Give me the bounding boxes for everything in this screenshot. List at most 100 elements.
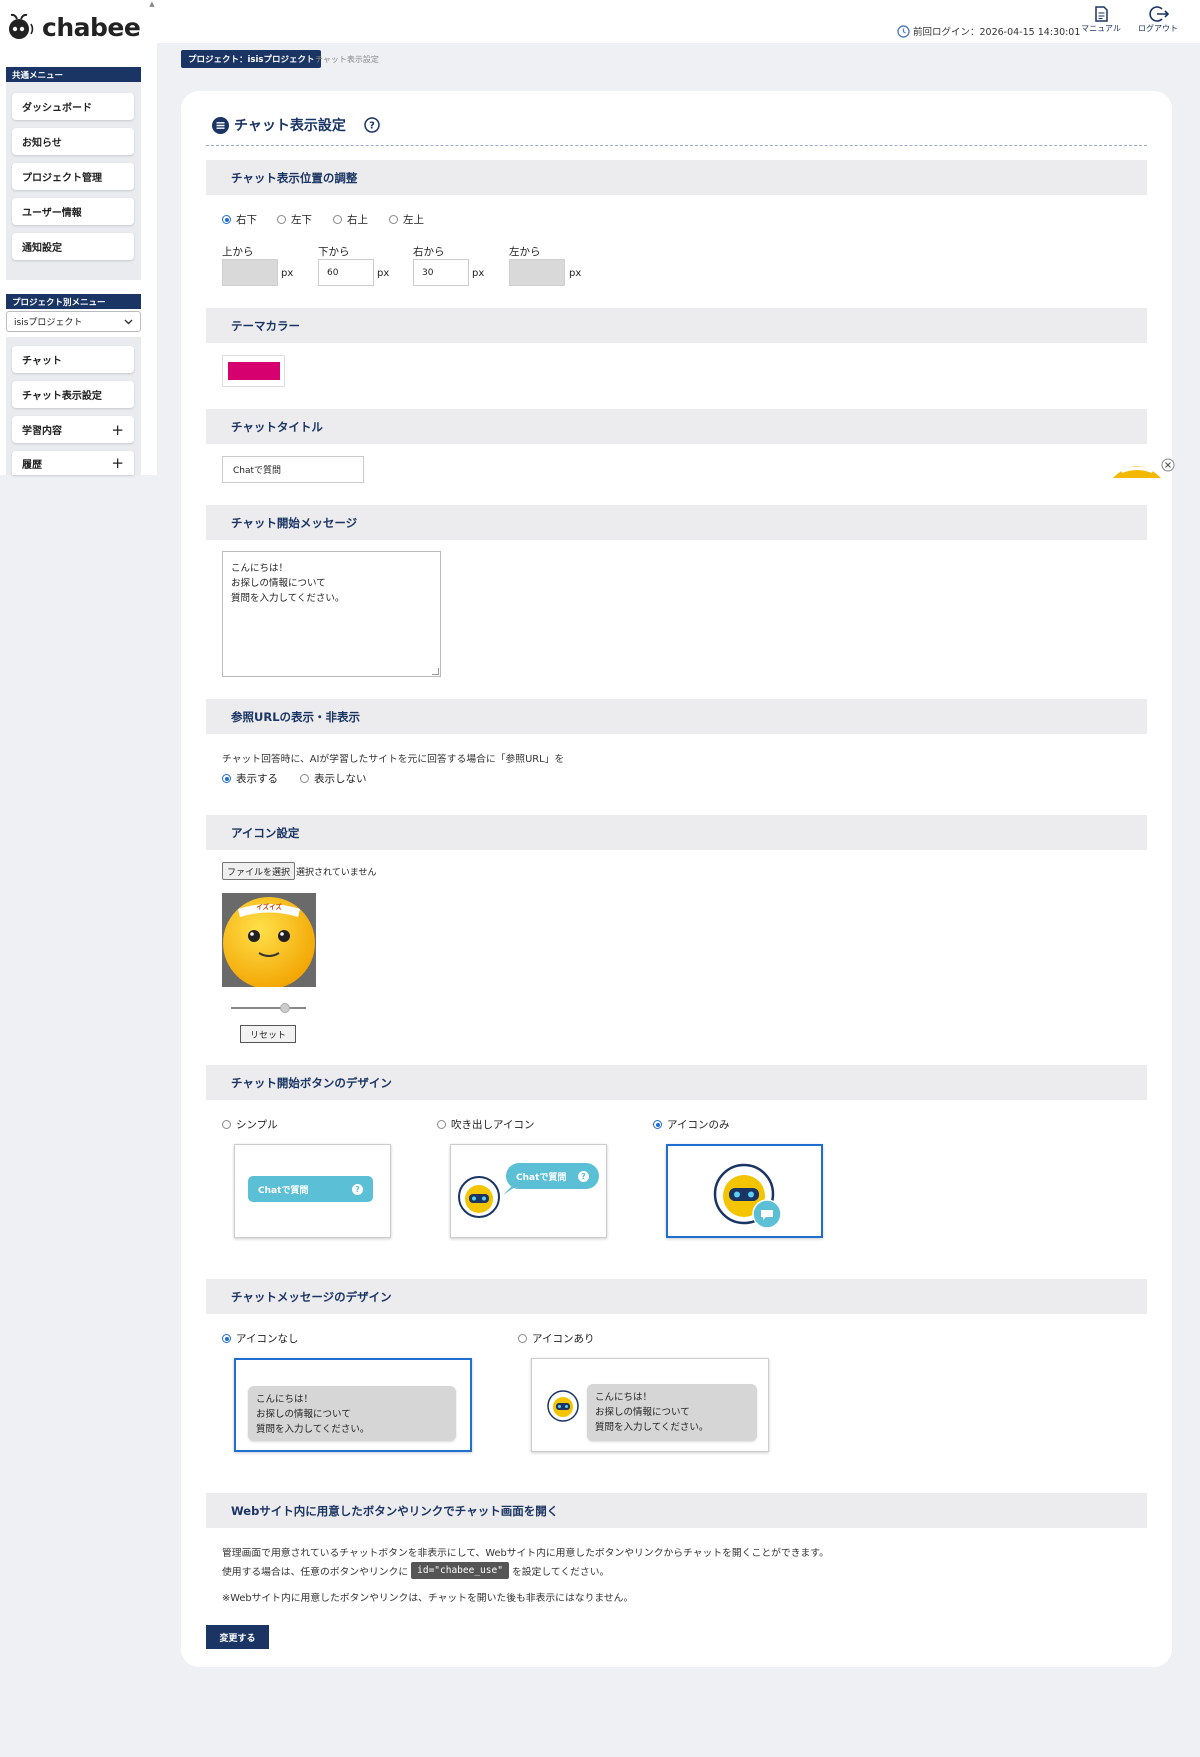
top-header: 前回ログイン：2026-04-15 14:30:01 マニュアル ログアウト [157, 0, 1200, 43]
sidebar-item-label: プロジェクト管理 [22, 173, 102, 184]
button-design-icon-only-preview[interactable] [666, 1144, 823, 1238]
title-divider [206, 145, 1147, 146]
logout-icon [1149, 6, 1170, 22]
manual-label: マニュアル [1081, 24, 1121, 33]
question-circle-icon[interactable]: ? [364, 117, 380, 133]
sidebar-item-learning[interactable]: 学習内容 + [12, 416, 134, 443]
chat-bubble-icon [752, 1199, 782, 1229]
radio-label: アイコンのみ [667, 1119, 730, 1131]
offset-label-top: 上から [222, 246, 254, 258]
reset-button[interactable]: リセット [240, 1025, 296, 1043]
icon-preview: イズイズ [222, 893, 316, 987]
submit-button[interactable]: 変更する [206, 1625, 269, 1649]
brand-name: chabee [42, 12, 141, 42]
section-heading-custom-link: Webサイト内に用意したボタンやリンクでチャット画面を開く [206, 1493, 1147, 1528]
plus-icon[interactable]: + [111, 421, 124, 439]
custom-link-line-3: ※Webサイト内に用意したボタンやリンクは、チャットを開いた後も非表示にはなりま… [222, 1593, 634, 1604]
offset-top-input[interactable] [222, 259, 278, 286]
question-mark-icon: ? [352, 1183, 363, 1195]
message-design-no-icon-preview[interactable]: こんにちは！ お探しの情報について 質問を入力してください。 [234, 1358, 472, 1452]
manual-button[interactable]: マニュアル [1076, 5, 1126, 34]
sidebar-item-news[interactable]: お知らせ [12, 128, 134, 155]
button-design-icon-only-option[interactable]: アイコンのみ [653, 1117, 729, 1132]
message-design-with-icon-preview[interactable]: こんにちは！ お探しの情報について 質問を入力してください。 [531, 1358, 769, 1452]
bee-logo-icon [9, 13, 34, 39]
sidebar-item-label: 履歴 [22, 459, 42, 471]
sidebar-item-label: チャット表示設定 [22, 391, 102, 402]
sidebar-item-label: 通知設定 [22, 243, 62, 254]
sidebar-item-chat[interactable]: チャット [12, 346, 134, 373]
radio-label: アイコンあり [532, 1333, 595, 1345]
sidebar-item-label: チャット [22, 356, 62, 367]
custom-link-line-2-post: を設定してください。 [511, 1566, 610, 1578]
theme-color-picker[interactable] [222, 355, 285, 387]
sidebar-item-history[interactable]: 履歴 + [12, 451, 134, 475]
logout-button[interactable]: ログアウト [1133, 5, 1183, 34]
clock-icon [897, 24, 910, 38]
radio-selected [222, 774, 231, 783]
radio-label: シンプル [236, 1119, 278, 1131]
position-option-bottom-left[interactable]: 左下 [277, 212, 312, 227]
choose-file-button[interactable]: ファイルを選択 [222, 862, 296, 880]
scroll-up-arrow-icon[interactable]: ▲ [148, 0, 156, 10]
sidebar-item-chat-display-settings[interactable]: チャット表示設定 [12, 381, 134, 408]
reference-url-show-option[interactable]: 表示する [222, 771, 278, 786]
start-message-textarea[interactable]: こんにちは！ お探しの情報について 質問を入力してください。 [222, 551, 441, 677]
project-select[interactable]: isisプロジェクト [6, 311, 141, 332]
document-icon [1095, 6, 1108, 22]
radio-unselected [518, 1334, 527, 1343]
logo[interactable]: chabee [6, 10, 141, 44]
radio-label: 左下 [291, 214, 312, 226]
slider-track [231, 1007, 306, 1009]
sidebar-item-notifications[interactable]: 通知設定 [12, 233, 134, 260]
offset-left-input[interactable] [509, 259, 565, 286]
position-option-top-left[interactable]: 左上 [389, 212, 424, 227]
chat-button-sample-label: Chatで質問 [258, 1185, 309, 1196]
floating-chat-widget[interactable] [1113, 458, 1178, 478]
question-mark-icon: ? [578, 1170, 589, 1182]
button-design-simple-preview[interactable]: Chatで質問? [234, 1144, 391, 1238]
robot-avatar-icon [458, 1176, 500, 1218]
close-circle-icon[interactable] [1161, 458, 1175, 472]
reference-url-hide-option[interactable]: 表示しない [300, 771, 367, 786]
chat-title-input[interactable]: Chatで質問 [222, 456, 364, 483]
radio-label: 左上 [403, 214, 424, 226]
svg-text:?: ? [369, 121, 375, 132]
radio-unselected [277, 215, 286, 224]
chevron-down-icon [124, 319, 133, 324]
sidebar-item-label: ダッシュボード [22, 103, 92, 114]
position-option-bottom-right[interactable]: 右下 [222, 212, 257, 227]
message-design-with-icon-option[interactable]: アイコンあり [518, 1331, 594, 1346]
section-heading-position: チャット表示位置の調整 [206, 160, 1147, 195]
position-option-top-right[interactable]: 右上 [333, 212, 368, 227]
button-design-balloon-option[interactable]: 吹き出しアイコン [437, 1117, 534, 1132]
offset-unit: px [569, 268, 582, 279]
icon-zoom-slider[interactable] [231, 1003, 306, 1013]
sidebar-item-projects[interactable]: プロジェクト管理 [12, 163, 134, 190]
robot-avatar-icon [547, 1390, 579, 1422]
radio-selected [653, 1120, 662, 1129]
slider-thumb[interactable] [280, 1003, 290, 1013]
offset-bottom-input[interactable]: 60 [318, 259, 374, 286]
radio-label: 表示しない [314, 773, 367, 785]
message-design-no-icon-option[interactable]: アイコンなし [222, 1331, 298, 1346]
chat-button-sample: Chatで質問? [248, 1176, 373, 1202]
sidebar-item-user-info[interactable]: ユーザー情報 [12, 198, 134, 225]
section-heading-button-design: チャット開始ボタンのデザイン [206, 1065, 1147, 1100]
sidebar-item-dashboard[interactable]: ダッシュボード [12, 93, 134, 120]
plus-icon[interactable]: + [111, 454, 124, 472]
radio-selected [222, 1334, 231, 1343]
radio-label: 右上 [347, 214, 368, 226]
button-design-simple-option[interactable]: シンプル [222, 1117, 278, 1132]
radio-unselected [222, 1120, 231, 1129]
resize-grip-icon[interactable] [432, 668, 439, 675]
offset-unit: px [281, 268, 294, 279]
button-design-balloon-preview[interactable]: Chatで質問? [450, 1144, 607, 1238]
radio-unselected [437, 1120, 446, 1129]
start-message-text: こんにちは！ お探しの情報について 質問を入力してください。 [231, 563, 345, 604]
breadcrumb-project[interactable]: プロジェクト：isisプロジェクト [181, 50, 322, 68]
chat-balloon-sample-label: Chatで質問 [516, 1172, 567, 1183]
common-menu-heading: 共通メニュー [6, 67, 141, 82]
offset-right-input[interactable]: 30 [413, 259, 469, 286]
breadcrumb-current: チャット表示設定 [315, 55, 379, 64]
